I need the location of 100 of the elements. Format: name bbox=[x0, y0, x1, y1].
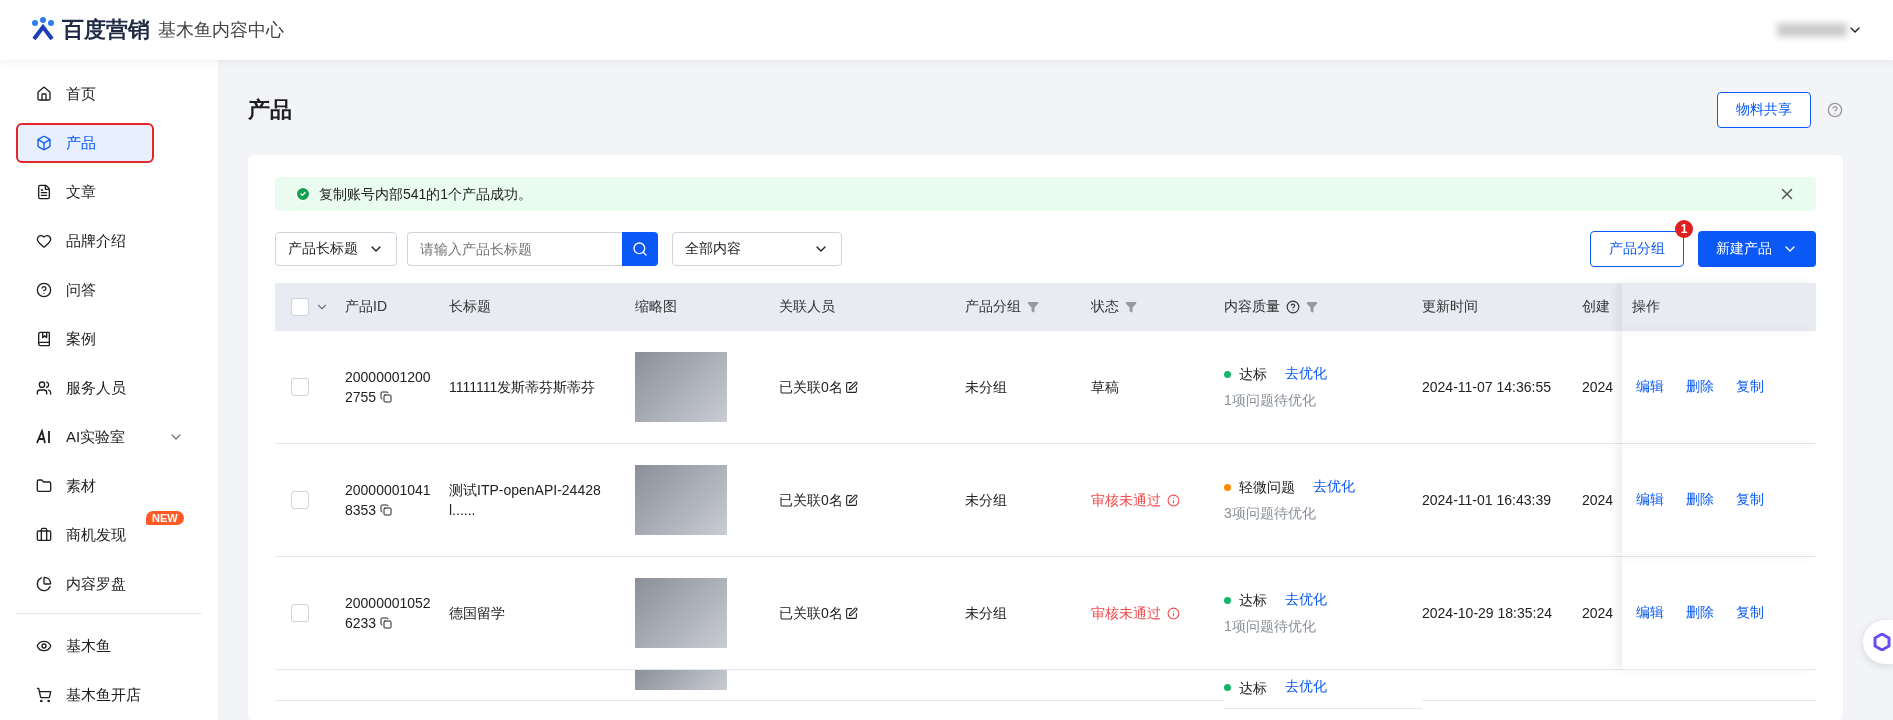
column-header: 长标题 bbox=[449, 298, 491, 316]
assistant-button[interactable] bbox=[1863, 620, 1893, 664]
column-header: 缩略图 bbox=[635, 298, 677, 316]
created-time: 2024 bbox=[1582, 604, 1614, 623]
info-icon[interactable] bbox=[1167, 606, 1180, 620]
quality-label: 达标 bbox=[1239, 591, 1267, 610]
column-header: 产品ID bbox=[345, 298, 387, 316]
page-title: 产品 bbox=[248, 96, 292, 124]
product-title: 测试ITP-openAPI-24428l...... bbox=[449, 481, 602, 520]
action-link[interactable]: 编辑 bbox=[1636, 378, 1664, 396]
action-link[interactable]: 删除 bbox=[1686, 604, 1714, 622]
new-product-button[interactable]: 新建产品 bbox=[1698, 231, 1816, 267]
column-header: 状态 bbox=[1091, 298, 1119, 316]
hexagon-icon bbox=[1873, 633, 1891, 651]
action-link[interactable]: 复制 bbox=[1736, 491, 1764, 509]
search-field[interactable]: 请输入产品长标题 bbox=[407, 232, 622, 266]
column-header: 内容质量 bbox=[1224, 298, 1280, 316]
optimize-link[interactable]: 去优化 bbox=[1285, 365, 1327, 383]
info-icon[interactable] bbox=[1167, 493, 1180, 507]
quality-label: 达标 bbox=[1239, 365, 1267, 384]
product-group: 未分组 bbox=[965, 490, 1007, 510]
column-header: 关联人员 bbox=[779, 298, 835, 316]
copy-icon[interactable] bbox=[380, 504, 393, 516]
updated-time: 2024-11-01 16:43:39 bbox=[1422, 491, 1551, 510]
eye-icon bbox=[36, 638, 52, 654]
cube-icon bbox=[36, 135, 52, 151]
product-group: 未分组 bbox=[965, 377, 1007, 397]
folder-icon bbox=[36, 478, 52, 494]
field-select[interactable]: 产品长标题 bbox=[275, 232, 397, 266]
home-icon bbox=[36, 86, 52, 102]
action-link[interactable]: 复制 bbox=[1736, 378, 1764, 396]
document-icon bbox=[36, 184, 52, 200]
sidebar-item[interactable]: 问答 bbox=[16, 270, 202, 310]
new-badge: NEW bbox=[146, 511, 184, 525]
linked-people: 已关联0名 bbox=[779, 604, 843, 623]
search-icon bbox=[632, 241, 648, 257]
optimize-link[interactable]: 去优化 bbox=[1285, 591, 1327, 609]
edit-icon[interactable] bbox=[844, 493, 858, 507]
product-group: 未分组 bbox=[965, 603, 1007, 623]
linked-people: 已关联0名 bbox=[779, 491, 843, 510]
column-header: 操作 bbox=[1632, 298, 1660, 316]
action-link[interactable]: 删除 bbox=[1686, 491, 1714, 509]
product-id: 200000010418353 bbox=[345, 481, 432, 520]
edit-icon[interactable] bbox=[844, 380, 858, 394]
search-button[interactable] bbox=[622, 232, 658, 266]
sidebar-item[interactable]: 文章 bbox=[16, 172, 202, 212]
sidebar-item[interactable]: 案例 bbox=[16, 319, 202, 359]
filter-icon[interactable] bbox=[1306, 301, 1318, 313]
action-link[interactable]: 复制 bbox=[1736, 604, 1764, 622]
row-checkbox[interactable] bbox=[291, 378, 309, 396]
alert-message: 复制账号内部541的1个产品成功。 bbox=[319, 185, 533, 204]
pie-chart-icon bbox=[36, 576, 52, 592]
check-icon bbox=[295, 186, 311, 202]
sidebar-item[interactable]: 内容罗盘 bbox=[16, 564, 202, 604]
product-id: 200000010526233 bbox=[345, 594, 432, 633]
share-button[interactable]: 物料共享 bbox=[1717, 92, 1811, 128]
sidebar-item[interactable]: 基木鱼 bbox=[16, 626, 202, 666]
action-link[interactable]: 删除 bbox=[1686, 378, 1714, 396]
status-text: 审核未通过 bbox=[1091, 604, 1161, 623]
sidebar-item[interactable]: 服务人员 bbox=[16, 368, 202, 408]
column-header: 更新时间 bbox=[1422, 298, 1478, 316]
sidebar-item[interactable]: 素材 bbox=[16, 466, 202, 506]
action-link[interactable]: 编辑 bbox=[1636, 604, 1664, 622]
help-icon bbox=[36, 282, 52, 298]
product-name: 基木鱼内容中心 bbox=[158, 19, 284, 42]
filter-icon[interactable] bbox=[1125, 301, 1137, 313]
copy-icon[interactable] bbox=[380, 391, 393, 403]
sidebar-item[interactable]: 首页 bbox=[16, 74, 202, 114]
sidebar-item[interactable]: AI实验室 bbox=[16, 417, 202, 457]
count-badge: 1 bbox=[1675, 220, 1693, 238]
created-time: 2024 bbox=[1582, 378, 1614, 397]
copy-icon[interactable] bbox=[380, 617, 393, 629]
optimize-link[interactable]: 去优化 bbox=[1313, 478, 1355, 496]
sidebar-item[interactable]: 基木鱼开店 bbox=[16, 675, 202, 715]
bookmark-icon bbox=[36, 331, 52, 347]
select-all-checkbox[interactable] bbox=[291, 298, 309, 316]
linked-people: 已关联0名 bbox=[779, 378, 843, 397]
row-checkbox[interactable] bbox=[291, 491, 309, 509]
people-icon bbox=[36, 380, 52, 396]
created-time: 2024 bbox=[1582, 491, 1614, 510]
updated-time: 2024-11-07 14:36:55 bbox=[1422, 378, 1551, 397]
product-id: 200000012002755 bbox=[345, 368, 432, 407]
row-checkbox[interactable] bbox=[291, 604, 309, 622]
optimize-link[interactable]: 去优化 bbox=[1285, 678, 1327, 696]
content-select[interactable]: 全部内容 bbox=[672, 232, 842, 266]
briefcase-icon bbox=[36, 527, 52, 543]
heart-icon bbox=[36, 233, 52, 249]
ai-letters-icon bbox=[36, 429, 52, 445]
action-link[interactable]: 编辑 bbox=[1636, 491, 1664, 509]
updated-time: 2024-10-29 18:35:24 bbox=[1422, 604, 1552, 623]
quality-label: 达标 bbox=[1239, 679, 1267, 698]
help-icon[interactable] bbox=[1827, 102, 1843, 118]
edit-icon[interactable] bbox=[844, 606, 858, 620]
quality-note: 1项问题待优化 bbox=[1224, 391, 1316, 410]
logo-icon bbox=[30, 17, 56, 43]
column-header: 产品分组 bbox=[965, 298, 1021, 316]
quality-label: 轻微问题 bbox=[1239, 478, 1295, 497]
sidebar-item[interactable]: 产品 bbox=[16, 123, 154, 163]
filter-icon[interactable] bbox=[1027, 301, 1039, 313]
sidebar-item[interactable]: 品牌介绍 bbox=[16, 221, 202, 261]
